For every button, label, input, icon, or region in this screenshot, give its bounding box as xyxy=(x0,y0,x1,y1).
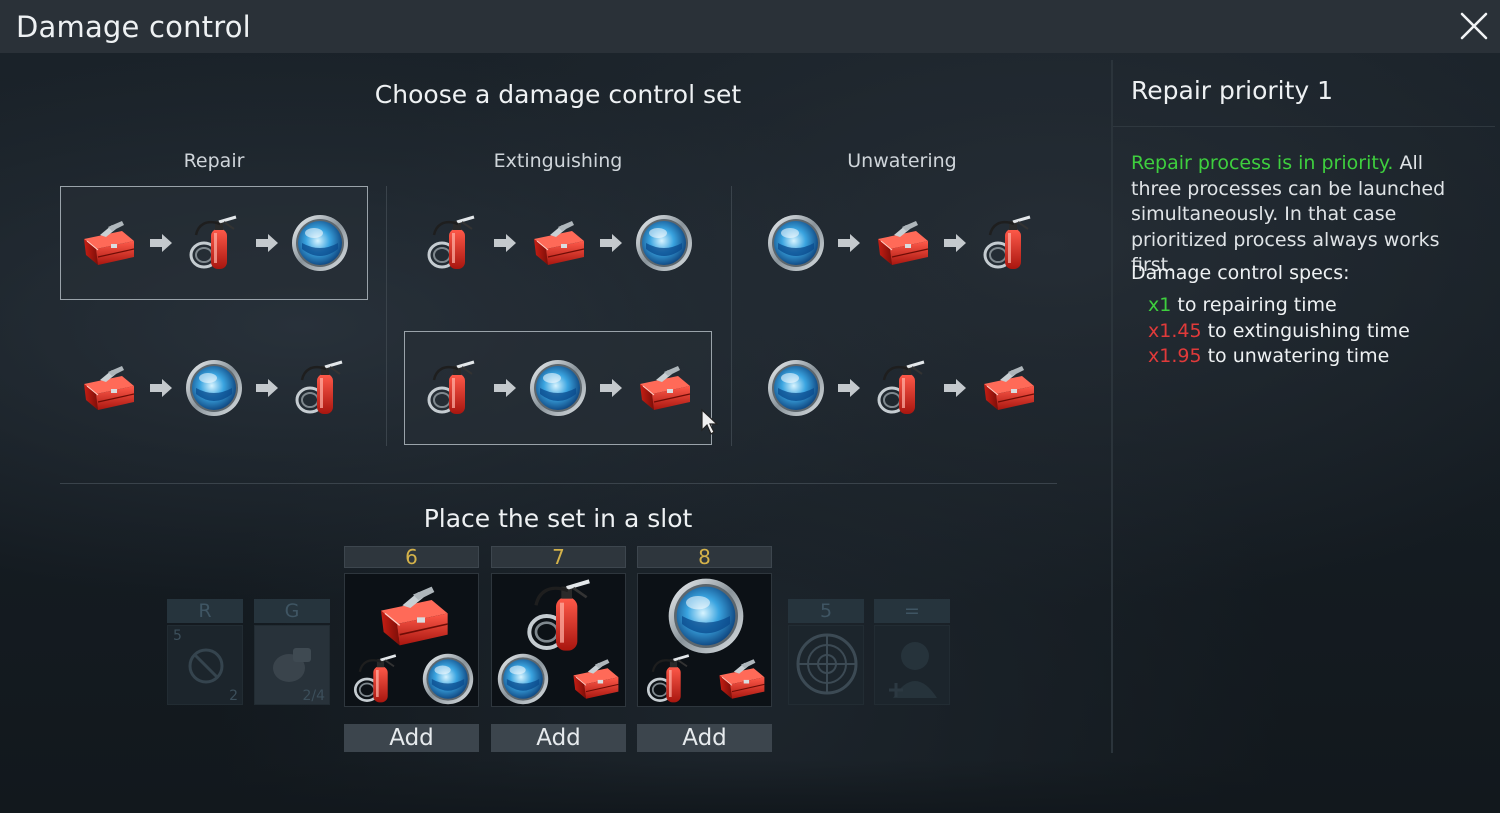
shell-icon xyxy=(273,648,311,682)
spec-multiplier: x1.95 xyxy=(1148,345,1202,367)
arrow-right-icon xyxy=(254,377,280,399)
info-title-divider xyxy=(1113,126,1495,127)
faded-slot-header-equal: = xyxy=(874,599,950,623)
pump-icon xyxy=(496,652,550,706)
pump-icon xyxy=(666,576,746,656)
pump-icon xyxy=(766,213,826,273)
arrow-right-icon xyxy=(836,232,862,254)
arrow-right-icon xyxy=(148,232,174,254)
slot-7[interactable] xyxy=(491,573,626,707)
spec-line: x1.45 to extinguishing time xyxy=(1148,320,1410,342)
faded-slot-header-5: 5 xyxy=(788,599,864,623)
pump-icon xyxy=(290,213,350,273)
toolbox-icon xyxy=(78,213,138,273)
blocked-icon xyxy=(188,648,224,684)
slot-8[interactable] xyxy=(637,573,772,707)
pump-icon xyxy=(421,652,475,706)
arrow-right-icon xyxy=(148,377,174,399)
crew-icon xyxy=(889,642,937,698)
arrow-right-icon xyxy=(598,377,624,399)
spec-text: to repairing time xyxy=(1171,294,1337,316)
add-button[interactable]: Add xyxy=(344,724,479,752)
pump-icon xyxy=(634,213,694,273)
mouse-cursor-icon xyxy=(701,408,719,435)
faded-slot-crew xyxy=(874,625,950,705)
add-button[interactable]: Add xyxy=(637,724,772,752)
specs-title: Damage control specs: xyxy=(1131,262,1350,284)
toolbox-icon xyxy=(978,358,1038,418)
faded-slot-count: 2 xyxy=(229,688,238,704)
spec-multiplier: x1.45 xyxy=(1148,319,1202,342)
slot-number: 7 xyxy=(491,546,626,568)
info-title: Repair priority 1 xyxy=(1131,76,1334,105)
slot-6[interactable] xyxy=(344,573,479,707)
damage-control-set[interactable] xyxy=(748,331,1056,445)
arrow-right-icon xyxy=(942,377,968,399)
arrow-right-icon xyxy=(598,232,624,254)
column-title-extinguishing: Extinguishing xyxy=(493,150,623,172)
slot-number: 6 xyxy=(344,546,479,568)
extinguisher-icon xyxy=(184,213,244,273)
spec-multiplier: x1 xyxy=(1148,294,1172,316)
close-icon[interactable] xyxy=(1460,12,1488,40)
damage-control-set[interactable] xyxy=(60,186,368,300)
extinguisher-icon xyxy=(642,652,696,706)
toolbox-icon xyxy=(872,213,932,273)
info-panel-divider xyxy=(1111,60,1113,753)
faded-slot-r: 5 2 xyxy=(167,625,243,705)
faded-slot-count: 5 xyxy=(173,628,182,644)
faded-slot-count: 2/4 xyxy=(302,688,325,704)
faded-slot-radar xyxy=(788,625,864,705)
bottom-blur-bar xyxy=(0,760,1500,813)
slots-title: Place the set in a slot xyxy=(423,504,693,533)
arrow-right-icon xyxy=(492,377,518,399)
faded-slot-g: 2/4 xyxy=(254,625,330,705)
window-title: Damage control xyxy=(16,9,251,44)
pump-icon xyxy=(184,358,244,418)
add-button[interactable]: Add xyxy=(491,724,626,752)
faded-slot-header-r: R xyxy=(167,599,243,623)
arrow-right-icon xyxy=(942,232,968,254)
column-title-unwatering: Unwatering xyxy=(847,150,957,172)
section-divider xyxy=(60,483,1057,484)
extinguisher-icon xyxy=(422,358,482,418)
toolbox-icon xyxy=(714,652,768,706)
extinguisher-icon xyxy=(978,213,1038,273)
arrow-right-icon xyxy=(492,232,518,254)
damage-control-set[interactable] xyxy=(748,186,1056,300)
column-divider xyxy=(731,186,732,446)
toolbox-icon xyxy=(634,358,694,418)
priority-highlight: Repair process is in priority. xyxy=(1131,152,1394,174)
spec-line: x1.95 to unwatering time xyxy=(1148,345,1389,367)
extinguisher-icon xyxy=(422,213,482,273)
column-divider xyxy=(386,186,387,446)
extinguisher-icon xyxy=(349,652,403,706)
arrow-right-icon xyxy=(254,232,280,254)
extinguisher-icon xyxy=(872,358,932,418)
faded-slot-header-g: G xyxy=(254,599,330,623)
toolbox-icon xyxy=(373,576,453,656)
arrow-right-icon xyxy=(836,377,862,399)
slot-number: 8 xyxy=(637,546,772,568)
chooser-title: Choose a damage control set xyxy=(374,80,742,109)
extinguisher-icon xyxy=(290,358,350,418)
extinguisher-icon xyxy=(520,576,600,656)
spec-text: to extinguishing time xyxy=(1201,319,1410,342)
title-bar: Damage control xyxy=(0,0,1500,53)
damage-control-set[interactable] xyxy=(404,331,712,445)
pump-icon xyxy=(528,358,588,418)
column-title-repair: Repair xyxy=(183,150,245,172)
pump-icon xyxy=(766,358,826,418)
damage-control-set[interactable] xyxy=(60,331,368,445)
toolbox-icon xyxy=(78,358,138,418)
spec-line: x1 to repairing time xyxy=(1148,294,1337,316)
toolbox-icon xyxy=(528,213,588,273)
info-description: Repair process is in priority. All three… xyxy=(1131,151,1476,279)
damage-control-set[interactable] xyxy=(404,186,712,300)
spec-text: to unwatering time xyxy=(1201,345,1390,367)
toolbox-icon xyxy=(568,652,622,706)
radar-icon xyxy=(796,633,858,695)
